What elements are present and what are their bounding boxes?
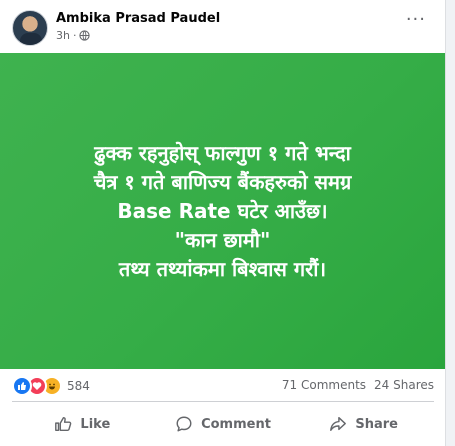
reactions-summary[interactable]: 584	[12, 376, 90, 396]
post-time[interactable]: 3h	[56, 29, 70, 42]
engagement-counts: 71 Comments 24 Shares	[282, 378, 434, 392]
like-reaction-icon	[12, 376, 32, 396]
share-icon	[330, 416, 347, 432]
like-label: Like	[80, 416, 111, 432]
share-button[interactable]: Share	[293, 406, 434, 442]
more-options-icon[interactable]: ···	[406, 10, 426, 30]
thumbs-up-icon	[55, 416, 72, 432]
feed-post: Ambika Prasad Paudel 3h · ··· ढुक्क रहनु…	[0, 0, 446, 446]
shares-count[interactable]: 24 Shares	[374, 378, 434, 392]
post-header: Ambika Prasad Paudel 3h · ···	[12, 10, 432, 50]
comment-icon	[176, 416, 192, 432]
avatar[interactable]	[12, 10, 48, 46]
image-text-line: "कान छामौ"	[174, 227, 271, 252]
image-text-line: चैत्र १ गते बाणिज्य बैंकहरुको समग्र	[93, 169, 352, 194]
comments-count[interactable]: 71 Comments	[282, 378, 366, 392]
image-text-line: तथ्य तथ्यांकमा बिश्वास गरौं।	[118, 256, 327, 281]
image-text-line: ढुक्क रहनुहोस् फाल्गुण १ गते भन्दा	[94, 140, 351, 165]
globe-icon	[79, 30, 91, 41]
comment-button[interactable]: Comment	[153, 406, 294, 442]
action-bar: Like Comment Share	[12, 406, 434, 442]
image-text-line: Base Rate घटेर आउँछ।	[117, 198, 328, 223]
comment-label: Comment	[201, 416, 271, 432]
post-meta: 3h ·	[56, 29, 91, 42]
reaction-count: 584	[67, 379, 90, 393]
like-button[interactable]: Like	[12, 406, 153, 442]
dot-separator: ·	[72, 29, 77, 42]
post-stats: 584 71 Comments 24 Shares	[12, 376, 434, 396]
author-name[interactable]: Ambika Prasad Paudel	[56, 11, 220, 26]
post-image[interactable]: ढुक्क रहनुहोस् फाल्गुण १ गते भन्दा चैत्र…	[0, 53, 445, 369]
divider	[12, 401, 434, 402]
share-label: Share	[355, 416, 398, 432]
